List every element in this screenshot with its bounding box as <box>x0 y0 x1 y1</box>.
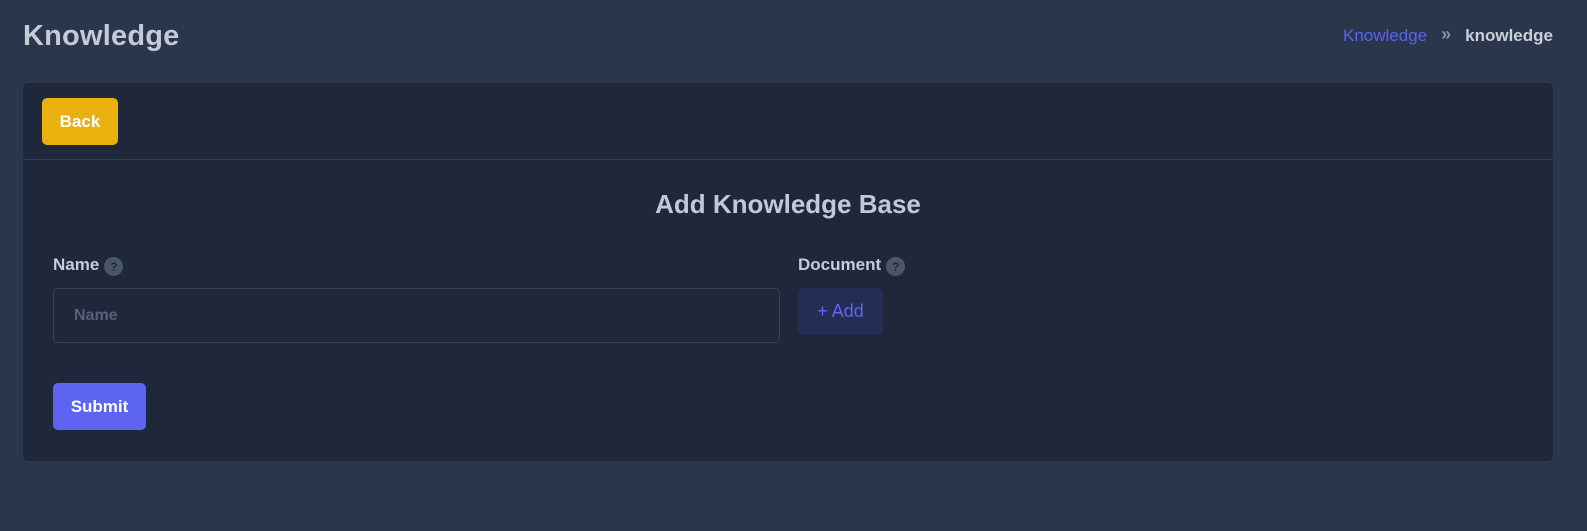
breadcrumb-current: knowledge <box>1465 26 1553 45</box>
question-circle-icon[interactable]: ? <box>886 257 906 276</box>
page-header: Knowledge Knowledge » knowledge <box>23 14 1553 58</box>
submit-button[interactable]: Submit <box>53 383 146 430</box>
breadcrumb: Knowledge » knowledge <box>1343 24 1553 46</box>
question-circle-icon[interactable]: ? <box>104 257 124 276</box>
name-label: Name ? <box>53 253 124 276</box>
form-card: Back Add Knowledge Base Name ? Document … <box>23 83 1553 461</box>
name-input[interactable] <box>53 288 780 343</box>
card-header: Back <box>23 83 1553 160</box>
breadcrumb-link-knowledge[interactable]: Knowledge <box>1343 26 1427 46</box>
form-title: Add Knowledge Base <box>655 189 921 219</box>
page-title: Knowledge <box>23 19 180 52</box>
name-label-text: Name <box>53 254 100 274</box>
breadcrumb-separator-icon: » <box>1441 24 1452 44</box>
back-button[interactable]: Back <box>42 98 118 145</box>
document-label-text: Document <box>798 254 882 274</box>
document-label: Document ? <box>798 253 906 276</box>
add-document-button[interactable]: + Add <box>798 288 883 335</box>
